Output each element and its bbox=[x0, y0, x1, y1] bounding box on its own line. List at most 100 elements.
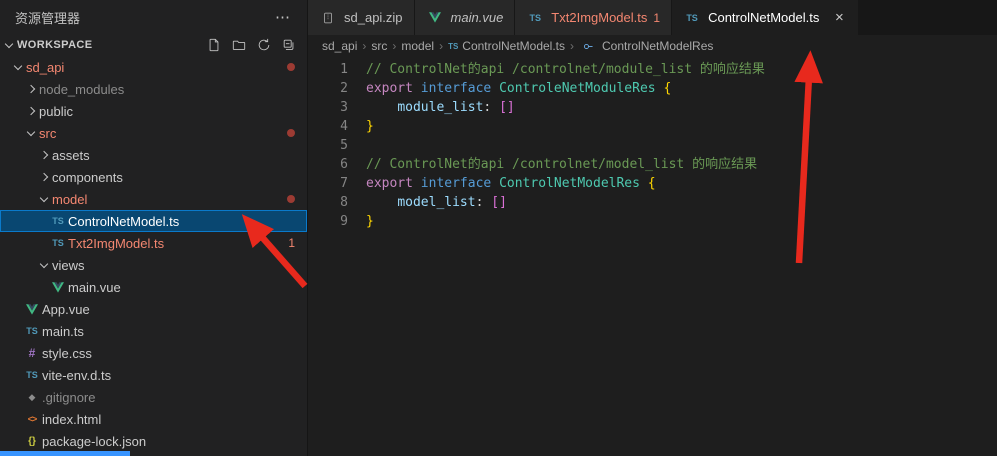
tree-item-sd_api[interactable]: sd_api bbox=[0, 56, 307, 78]
more-actions-icon[interactable]: ⋯ bbox=[275, 8, 291, 26]
tree-item-label: views bbox=[52, 258, 85, 273]
workspace-section-label: WORKSPACE bbox=[17, 39, 206, 51]
editor-area: sd_api.zipmain.vueTSTxt2ImgModel.ts1TSCo… bbox=[308, 0, 997, 456]
tree-horizontal-scrollbar[interactable] bbox=[0, 451, 130, 456]
tree-item-label: Txt2ImgModel.ts bbox=[68, 236, 164, 251]
tree-item-Txt2ImgModel.ts[interactable]: TSTxt2ImgModel.ts 1 bbox=[0, 232, 307, 254]
tree-item-model[interactable]: model bbox=[0, 188, 307, 210]
chevron-right-icon bbox=[40, 173, 48, 181]
chevron-right-icon bbox=[40, 151, 48, 159]
code-text: // ControlNet的api /controlnet/module_lis… bbox=[356, 60, 765, 79]
breadcrumb-item-ControlNetModel.ts[interactable]: TSControlNetModel.ts bbox=[448, 39, 565, 53]
tree-item-views[interactable]: views bbox=[0, 254, 307, 276]
ts-icon: TS bbox=[448, 42, 458, 51]
tree-item-main.ts[interactable]: TSmain.ts bbox=[0, 320, 307, 342]
tree-item-label: src bbox=[39, 126, 56, 141]
breadcrumb-separator-icon: › bbox=[570, 39, 574, 53]
explorer-title: 资源管理器 bbox=[15, 8, 80, 27]
tree-item-App.vue[interactable]: App.vue bbox=[0, 298, 307, 320]
tree-item-label: public bbox=[39, 104, 73, 119]
zip-icon bbox=[319, 12, 337, 24]
code-line-5[interactable]: 5 bbox=[308, 136, 997, 155]
code-line-3[interactable]: 3 module_list: [] bbox=[308, 98, 997, 117]
tree-item-label: model bbox=[52, 192, 87, 207]
vscode-window: 资源管理器 ⋯ WORKSPACE sd_api node_modulespubl… bbox=[0, 0, 997, 456]
tab-main.vue[interactable]: main.vue bbox=[415, 0, 515, 35]
ts-icon: TS bbox=[49, 216, 67, 226]
code-text bbox=[356, 136, 366, 155]
vue-icon bbox=[49, 282, 67, 293]
css-icon: # bbox=[23, 346, 41, 360]
line-number[interactable]: 2 bbox=[308, 79, 356, 98]
line-number[interactable]: 8 bbox=[308, 193, 356, 212]
chevron-down-icon bbox=[40, 194, 48, 202]
breadcrumb-separator-icon: › bbox=[362, 39, 366, 53]
tree-item-label: main.vue bbox=[68, 280, 121, 295]
tree-item-ControlNetModel.ts[interactable]: TSControlNetModel.ts bbox=[0, 210, 307, 232]
breadcrumb-item-src[interactable]: src bbox=[371, 39, 387, 53]
line-number[interactable]: 9 bbox=[308, 212, 356, 231]
line-number[interactable]: 5 bbox=[308, 136, 356, 155]
chevron-down-icon bbox=[5, 40, 13, 48]
code-line-6[interactable]: 6// ControlNet的api /controlnet/model_lis… bbox=[308, 155, 997, 174]
ts-icon: TS bbox=[526, 13, 544, 23]
code-line-2[interactable]: 2export interface ControleNetModuleRes { bbox=[308, 79, 997, 98]
tree-item-main.vue[interactable]: main.vue bbox=[0, 276, 307, 298]
tab-label: Txt2ImgModel.ts bbox=[551, 10, 647, 25]
breadcrumb-item-ControlNetModelRes[interactable]: ControlNetModelRes bbox=[579, 39, 713, 53]
tree-item-style.css[interactable]: #style.css bbox=[0, 342, 307, 364]
tree-item-label: node_modules bbox=[39, 82, 124, 97]
code-text: export interface ControlNetModelRes { bbox=[356, 174, 656, 193]
tree-item-vite-env.d.ts[interactable]: TSvite-env.d.ts bbox=[0, 364, 307, 386]
code-line-7[interactable]: 7export interface ControlNetModelRes { bbox=[308, 174, 997, 193]
line-number[interactable]: 3 bbox=[308, 98, 356, 117]
breadcrumb-label: model bbox=[401, 39, 434, 53]
chevron-down-icon bbox=[40, 260, 48, 268]
problem-dot-badge bbox=[287, 195, 295, 203]
line-number[interactable]: 4 bbox=[308, 117, 356, 136]
refresh-icon[interactable] bbox=[256, 37, 272, 53]
problem-count-badge: 1 bbox=[288, 236, 295, 250]
tab-label: sd_api.zip bbox=[344, 10, 403, 25]
tree-item-label: components bbox=[52, 170, 123, 185]
workspace-section[interactable]: WORKSPACE bbox=[0, 34, 307, 56]
tree-item-assets[interactable]: assets bbox=[0, 144, 307, 166]
tree-item-label: App.vue bbox=[42, 302, 90, 317]
tree-item-node_modules[interactable]: node_modules bbox=[0, 78, 307, 100]
code-line-9[interactable]: 9} bbox=[308, 212, 997, 231]
breadcrumb-item-sd_api[interactable]: sd_api bbox=[322, 39, 357, 53]
tree-item-label: assets bbox=[52, 148, 90, 163]
tab-Txt2ImgModel.ts[interactable]: TSTxt2ImgModel.ts1 bbox=[515, 0, 671, 35]
new-folder-icon[interactable] bbox=[231, 37, 247, 53]
tree-item-package-lock.json[interactable]: {}package-lock.json bbox=[0, 430, 307, 452]
tree-item-public[interactable]: public bbox=[0, 100, 307, 122]
code-line-8[interactable]: 8 model_list: [] bbox=[308, 193, 997, 212]
line-number[interactable]: 1 bbox=[308, 60, 356, 79]
code-line-4[interactable]: 4} bbox=[308, 117, 997, 136]
code-line-1[interactable]: 1// ControlNet的api /controlnet/module_li… bbox=[308, 60, 997, 79]
tree-item-label: style.css bbox=[42, 346, 92, 361]
breadcrumb-item-model[interactable]: model bbox=[401, 39, 434, 53]
breadcrumb-label: ControlNetModelRes bbox=[602, 39, 713, 53]
tab-sd_api.zip[interactable]: sd_api.zip bbox=[308, 0, 414, 35]
line-number[interactable]: 7 bbox=[308, 174, 356, 193]
chevron-right-icon bbox=[27, 85, 35, 93]
ts-icon: TS bbox=[49, 238, 67, 248]
tree-item-components[interactable]: components bbox=[0, 166, 307, 188]
tree-item-index.html[interactable]: <>index.html bbox=[0, 408, 307, 430]
tree-item-label: vite-env.d.ts bbox=[42, 368, 111, 383]
tree-item-.gitignore[interactable]: ◆.gitignore bbox=[0, 386, 307, 408]
tab-label: main.vue bbox=[451, 10, 504, 25]
line-number[interactable]: 6 bbox=[308, 155, 356, 174]
git-icon: ◆ bbox=[23, 392, 41, 403]
tree-item-src[interactable]: src bbox=[0, 122, 307, 144]
interface-icon bbox=[579, 40, 597, 53]
collapse-all-icon[interactable] bbox=[281, 37, 297, 53]
tab-ControlNetModel.ts[interactable]: TSControlNetModel.ts× bbox=[672, 0, 858, 35]
code-text: model_list: [] bbox=[356, 193, 507, 212]
code-text: } bbox=[356, 117, 374, 136]
tree-item-label: main.ts bbox=[42, 324, 84, 339]
new-file-icon[interactable] bbox=[206, 37, 222, 53]
code-editor[interactable]: 1// ControlNet的api /controlnet/module_li… bbox=[308, 57, 997, 456]
close-tab-icon[interactable]: × bbox=[831, 10, 847, 26]
